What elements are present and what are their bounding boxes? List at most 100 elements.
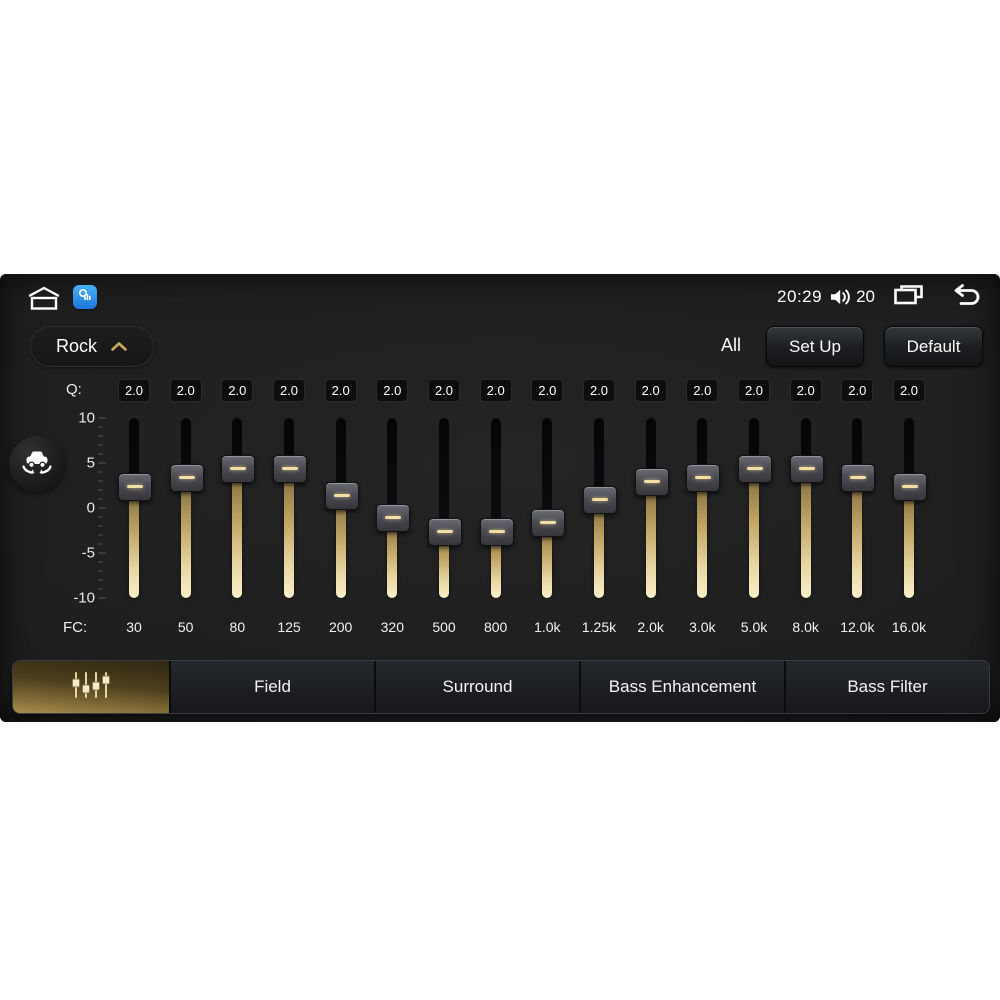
- slider-handle-2.0k[interactable]: [634, 468, 669, 496]
- db-tick: [98, 462, 106, 464]
- slider-fill[interactable]: [284, 467, 294, 598]
- recents-icon: [893, 283, 924, 312]
- all-label[interactable]: All: [721, 335, 741, 356]
- slider-fill[interactable]: [645, 481, 656, 598]
- eq-slider-12.0k[interactable]: [841, 418, 876, 598]
- tab-equalizer[interactable]: [13, 661, 169, 713]
- slider-handle-200[interactable]: [324, 481, 359, 510]
- preset-dropdown[interactable]: Rock: [30, 326, 154, 367]
- eq-slider-1.0k[interactable]: [531, 418, 566, 598]
- fc-value-80: 80: [229, 619, 246, 635]
- slider-handle-5.0k[interactable]: [738, 454, 772, 483]
- eq-slider-800[interactable]: [479, 418, 514, 598]
- db-tick: [98, 507, 106, 509]
- slider-fill[interactable]: [335, 494, 346, 598]
- eq-slider-5.0k[interactable]: [738, 418, 772, 598]
- q-value-200: 2.0: [324, 379, 357, 402]
- db-tick: [98, 453, 103, 455]
- q-value-30: 2.0: [118, 379, 150, 402]
- slider-fill[interactable]: [129, 485, 139, 598]
- slider-handle-50[interactable]: [169, 463, 204, 492]
- fc-value-1.25k: 1.25k: [581, 619, 617, 635]
- db-tick: [98, 561, 103, 563]
- slider-fill[interactable]: [232, 467, 243, 598]
- db-tick: [98, 417, 106, 419]
- q-value-800: 2.0: [479, 379, 512, 402]
- eq-slider-1.25k[interactable]: [583, 418, 617, 598]
- eq-slider-125[interactable]: [273, 418, 307, 598]
- eq-slider-2.0k[interactable]: [634, 418, 669, 598]
- slider-handle-12.0k[interactable]: [841, 463, 876, 492]
- fc-value-8.0k: 8.0k: [792, 619, 819, 635]
- eq-slider-16.0k[interactable]: [893, 418, 927, 598]
- slider-handle-3.0k[interactable]: [686, 463, 721, 492]
- fc-value-16.0k: 16.0k: [891, 619, 927, 635]
- recents-button[interactable]: [893, 283, 924, 312]
- db-tick: [98, 579, 103, 581]
- fc-value-2.0k: 2.0k: [637, 619, 664, 635]
- q-value-2.0k: 2.0: [634, 379, 667, 402]
- eq-slider-3.0k[interactable]: [686, 418, 721, 598]
- sound-field-button[interactable]: [9, 436, 65, 492]
- eq-slider-8.0k[interactable]: [789, 418, 824, 598]
- db-scale-label: 10: [78, 409, 95, 427]
- tab-field[interactable]: Field: [169, 661, 374, 713]
- eq-slider-50[interactable]: [169, 418, 204, 598]
- slider-handle-125[interactable]: [273, 454, 307, 483]
- tab-surround[interactable]: Surround: [374, 661, 579, 713]
- fc-value-200: 200: [328, 619, 353, 635]
- slider-fill[interactable]: [697, 476, 708, 598]
- q-value-1.25k: 2.0: [583, 379, 615, 402]
- db-tick: [98, 588, 103, 590]
- tab-bass-filter[interactable]: Bass Filter: [784, 661, 989, 713]
- slider-handle-1.0k[interactable]: [531, 508, 566, 537]
- q-value-16.0k: 2.0: [893, 379, 925, 402]
- eq-slider-320[interactable]: [376, 418, 411, 598]
- slider-handle-8.0k[interactable]: [789, 454, 824, 483]
- eq-slider-500[interactable]: [428, 418, 462, 598]
- eq-app-shortcut[interactable]: [73, 285, 97, 309]
- slider-handle-800[interactable]: [479, 517, 514, 546]
- db-tick: [98, 480, 103, 482]
- back-button[interactable]: [948, 283, 982, 312]
- eq-slider-200[interactable]: [324, 418, 359, 598]
- fc-value-320: 320: [380, 619, 404, 635]
- db-tick: [98, 489, 103, 491]
- slider-fill[interactable]: [800, 467, 811, 598]
- slider-fill[interactable]: [180, 476, 191, 598]
- q-value-80: 2.0: [221, 379, 254, 402]
- volume-icon: [828, 287, 852, 307]
- equalizer-sliders-icon: [67, 669, 115, 706]
- slider-handle-500[interactable]: [428, 517, 462, 546]
- slider-handle-30[interactable]: [118, 472, 152, 501]
- slider-fill[interactable]: [852, 476, 863, 598]
- slider-handle-16.0k[interactable]: [893, 472, 927, 501]
- fc-row-label: FC:: [63, 619, 88, 636]
- eq-slider-30[interactable]: [118, 418, 152, 598]
- home-button[interactable]: [26, 285, 62, 311]
- db-tick: [98, 426, 103, 428]
- q-value-500: 2.0: [428, 379, 460, 402]
- chevron-up-icon: [110, 336, 128, 357]
- slider-handle-1.25k[interactable]: [583, 486, 617, 514]
- eq-app-icon: [78, 288, 92, 307]
- set-up-button[interactable]: Set Up: [766, 326, 864, 367]
- q-value-125: 2.0: [273, 379, 305, 402]
- tab-bass-enhancement[interactable]: Bass Enhancement: [579, 661, 784, 713]
- slider-fill[interactable]: [904, 485, 914, 598]
- q-value-12.0k: 2.0: [841, 379, 874, 402]
- db-tick: [98, 552, 106, 554]
- q-value-5.0k: 2.0: [738, 379, 770, 402]
- db-tick: [98, 534, 103, 536]
- db-tick: [98, 597, 106, 599]
- fc-value-50: 50: [177, 619, 194, 635]
- db-tick: [98, 525, 103, 527]
- eq-slider-80[interactable]: [221, 418, 256, 598]
- q-value-3.0k: 2.0: [686, 379, 719, 402]
- db-tick: [98, 543, 103, 545]
- slider-fill[interactable]: [749, 467, 759, 598]
- slider-handle-80[interactable]: [221, 454, 256, 483]
- fc-value-30: 30: [126, 619, 142, 635]
- slider-handle-320[interactable]: [376, 504, 411, 532]
- default-button[interactable]: Default: [884, 326, 983, 367]
